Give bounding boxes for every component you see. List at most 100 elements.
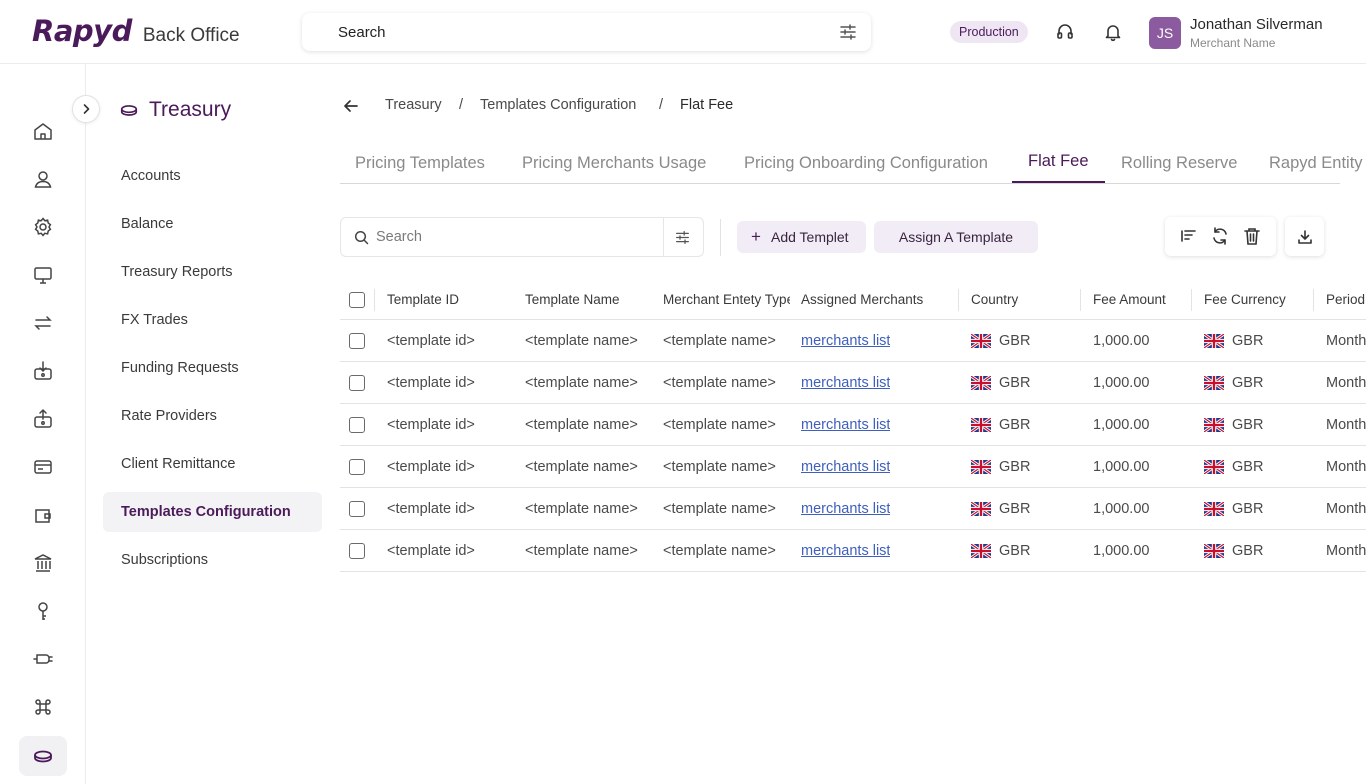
monitor-icon[interactable] (19, 255, 67, 295)
cell-template-name: <template name> (525, 333, 638, 349)
nav-item-accounts[interactable]: Accounts (103, 156, 322, 196)
cell-merchant-entity-type: <template name> (663, 501, 776, 517)
expand-rail-button[interactable] (72, 95, 100, 123)
row-checkbox[interactable] (349, 375, 365, 391)
user-name[interactable]: Jonathan Silverman (1190, 16, 1323, 33)
global-search-input[interactable] (302, 13, 822, 51)
refresh-icon[interactable] (1211, 226, 1229, 251)
bank-icon[interactable] (19, 543, 67, 583)
brand[interactable]: Rapyd Back Office (32, 14, 240, 48)
table-row[interactable]: <template id> <template name> <template na… (340, 404, 1366, 446)
environment-badge[interactable]: Production (950, 21, 1028, 43)
command-icon[interactable] (19, 687, 67, 727)
cell-period: Monthly (1326, 375, 1366, 391)
tab-pricing-merchants-usage[interactable]: Pricing Merchants Usage (522, 154, 706, 173)
table-search-input[interactable] (341, 218, 661, 256)
nav-item-templates-configuration[interactable]: Templates Configuration (103, 492, 322, 532)
back-arrow-icon[interactable] (342, 97, 360, 120)
payin-icon[interactable] (19, 351, 67, 391)
column-period[interactable]: Period (1326, 292, 1366, 307)
table-row[interactable]: <template id> <template name> <template na… (340, 362, 1366, 404)
tab-rapyd-entity[interactable]: Rapyd Entity (1269, 154, 1363, 173)
trash-icon[interactable] (1243, 226, 1261, 251)
column-template-name[interactable]: Template Name (525, 292, 655, 307)
uk-flag-icon (971, 376, 991, 390)
breadcrumb-treasury[interactable]: Treasury (385, 97, 442, 113)
headset-icon[interactable] (1053, 20, 1077, 44)
table-row[interactable]: <template id> <template name> <template na… (340, 446, 1366, 488)
merchants-list-link[interactable]: merchants list (801, 543, 890, 559)
tab-pricing-templates[interactable]: Pricing Templates (355, 154, 485, 173)
assign-template-button[interactable]: Assign A Template (874, 221, 1038, 253)
plug-icon[interactable] (19, 639, 67, 679)
breadcrumb-templates-configuration[interactable]: Templates Configuration (480, 97, 636, 113)
cell-template-name: <template name> (525, 543, 638, 559)
cell-template-id: <template id> (387, 459, 475, 475)
uk-flag-icon (1204, 418, 1224, 432)
merchants-list-link[interactable]: merchants list (801, 501, 890, 517)
nav-item-fx-trades[interactable]: FX Trades (103, 300, 322, 340)
avatar[interactable]: JS (1149, 17, 1181, 49)
merchants-list-link[interactable]: merchants list (801, 333, 890, 349)
uk-flag-icon (971, 334, 991, 348)
transfer-icon[interactable] (19, 303, 67, 343)
add-template-button[interactable]: + Add Templet (737, 221, 866, 253)
nav-item-funding-requests[interactable]: Funding Requests (103, 348, 322, 388)
cell-fee-amount: 1,000.00 (1093, 459, 1150, 475)
tab-pricing-onboarding-configuration[interactable]: Pricing Onboarding Configuration (744, 154, 988, 173)
wallet-icon[interactable] (19, 495, 67, 535)
table-row[interactable]: <template id> <template name> <template na… (340, 530, 1366, 572)
user-icon[interactable] (19, 159, 67, 199)
column-fee-amount[interactable]: Fee Amount (1093, 292, 1193, 307)
home-icon[interactable] (19, 111, 67, 151)
tab-flat-fee[interactable]: Flat Fee (1028, 152, 1089, 171)
merchants-list-link[interactable]: merchants list (801, 459, 890, 475)
uk-flag-icon (1204, 460, 1224, 474)
bell-icon[interactable] (1101, 20, 1125, 44)
row-checkbox[interactable] (349, 543, 365, 559)
sort-icon[interactable] (1179, 226, 1197, 251)
column-assigned-merchants[interactable]: Assigned Merchants (801, 292, 956, 307)
table-row[interactable]: <template id> <template name> <template na… (340, 488, 1366, 530)
download-button[interactable] (1285, 217, 1324, 256)
tab-rolling-reserve[interactable]: Rolling Reserve (1121, 154, 1237, 173)
filter-sliders-icon[interactable] (839, 23, 857, 46)
column-fee-currency[interactable]: Fee Currency (1204, 292, 1304, 307)
uk-flag-icon (971, 502, 991, 516)
filter-sliders-icon[interactable] (675, 230, 690, 250)
card-icon[interactable] (19, 447, 67, 487)
merchants-list-link[interactable]: merchants list (801, 417, 890, 433)
cell-template-id: <template id> (387, 501, 475, 517)
nav-item-treasury-reports[interactable]: Treasury Reports (103, 252, 322, 292)
table-row[interactable]: <template id> <template name> <template na… (340, 320, 1366, 362)
global-search (302, 13, 871, 51)
column-country[interactable]: Country (971, 292, 1071, 307)
treasury-icon[interactable] (19, 736, 67, 776)
toolbar-divider (720, 219, 721, 256)
row-checkbox[interactable] (349, 417, 365, 433)
cell-period: Monthly (1326, 459, 1366, 475)
cell-template-id: <template id> (387, 375, 475, 391)
search-divider (663, 218, 664, 256)
cell-country: GBR (999, 501, 1031, 517)
nav-item-client-remittance[interactable]: Client Remittance (103, 444, 322, 484)
merchants-list-link[interactable]: merchants list (801, 375, 890, 391)
cell-fee-currency: GBR (1232, 375, 1264, 391)
cell-country: GBR (999, 459, 1031, 475)
table-header: Template ID Template Name Merchant Entet… (340, 280, 1366, 320)
brand-logo[interactable]: Rapyd (32, 14, 132, 48)
nav-item-subscriptions[interactable]: Subscriptions (103, 540, 322, 580)
column-merchant-entity-type[interactable]: Merchant Entety Type (663, 292, 790, 307)
column-template-id[interactable]: Template ID (387, 292, 517, 307)
cell-fee-currency: GBR (1232, 501, 1264, 517)
payout-icon[interactable] (19, 399, 67, 439)
product-name: Back Office (142, 25, 240, 46)
select-all-checkbox[interactable] (349, 292, 365, 308)
key-icon[interactable] (19, 591, 67, 631)
gear-icon[interactable] (19, 207, 67, 247)
row-checkbox[interactable] (349, 501, 365, 517)
nav-item-balance[interactable]: Balance (103, 204, 322, 244)
row-checkbox[interactable] (349, 459, 365, 475)
nav-item-rate-providers[interactable]: Rate Providers (103, 396, 322, 436)
row-checkbox[interactable] (349, 333, 365, 349)
